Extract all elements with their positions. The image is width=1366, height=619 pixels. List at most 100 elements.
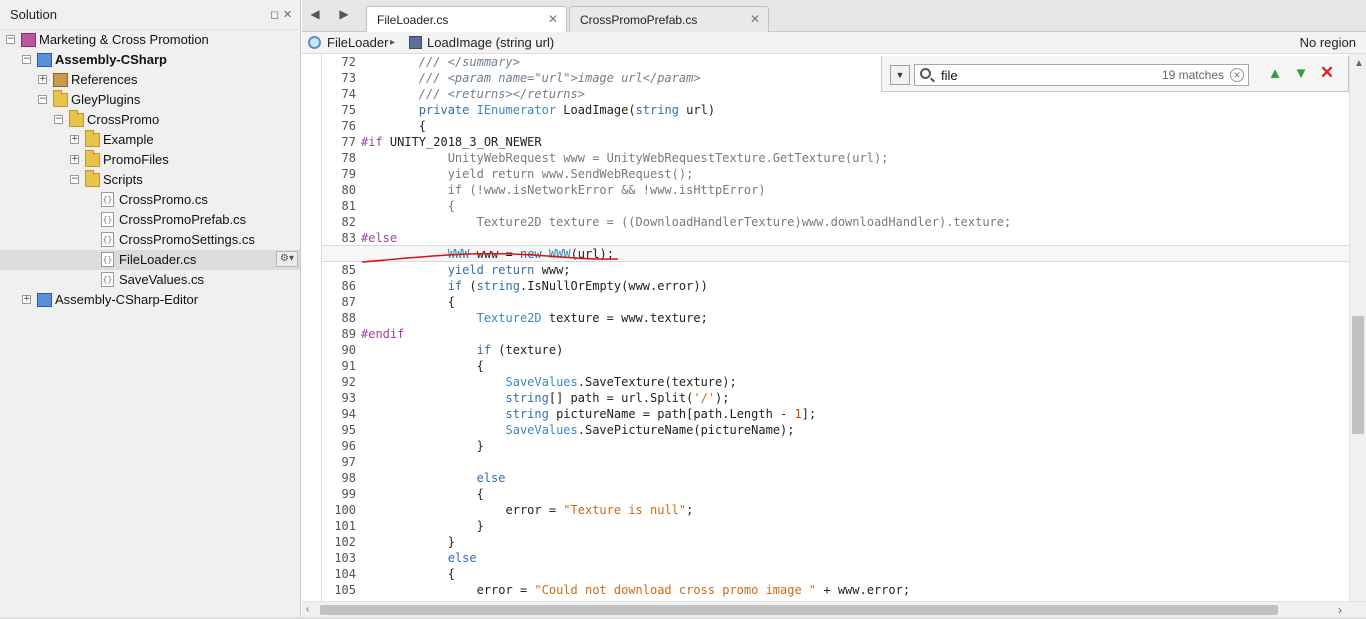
code-token: new	[519, 247, 542, 261]
tree-item[interactable]: {} FileLoader.cs ⚙▾	[0, 250, 300, 270]
code-line[interactable]: string[] path = url.Split('/');	[361, 390, 730, 406]
nav-forward-icon[interactable]: ▶	[335, 7, 353, 21]
tree-item[interactable]: + References	[0, 70, 300, 90]
code-line[interactable]: }	[361, 518, 484, 534]
find-input[interactable]	[941, 67, 1141, 83]
code-line[interactable]: SaveValues.SavePictureName(pictureName);	[361, 422, 795, 438]
code-line[interactable]: else	[361, 550, 477, 566]
csharp-file-icon: {}	[101, 212, 114, 227]
gear-icon[interactable]: ⚙▾	[276, 251, 298, 267]
code-line[interactable]: Texture2D texture = ((DownloadHandlerTex…	[361, 214, 1012, 230]
code-line[interactable]: if (string.IsNullOrEmpty(www.error))	[361, 278, 708, 294]
code-line[interactable]: #if UNITY_2018_3_OR_NEWER	[361, 134, 542, 150]
tab-crosspromoprefab[interactable]: CrossPromoPrefab.cs ✕	[569, 6, 769, 32]
tree-item[interactable]: − Assembly-CSharp	[0, 50, 300, 70]
scroll-up-icon[interactable]: ▲	[1354, 58, 1364, 69]
code-line[interactable]: #else	[361, 230, 397, 246]
scroll-left-icon[interactable]: ‹	[306, 604, 309, 615]
folder-icon	[85, 130, 100, 147]
code-line[interactable]: UnityWebRequest www = UnityWebRequestTex…	[361, 150, 889, 166]
scroll-right-icon[interactable]: ›	[1338, 603, 1342, 617]
tree-item[interactable]: − Marketing & Cross Promotion	[0, 30, 300, 50]
nav-back-icon[interactable]: ◀	[306, 7, 324, 21]
tree-item[interactable]: + Example	[0, 130, 300, 150]
find-options-dropdown[interactable]: ▼	[890, 65, 910, 85]
collapse-icon[interactable]: −	[54, 115, 63, 124]
code-line[interactable]: #endif	[361, 326, 404, 342]
expand-icon[interactable]: +	[38, 75, 47, 84]
tree-item[interactable]: − CrossPromo	[0, 110, 300, 130]
tab-label: FileLoader.cs	[377, 13, 449, 27]
code-editor[interactable]: 7273747576777879808182838485868788899091…	[302, 54, 1349, 601]
breadcrumb-class[interactable]: FileLoader	[327, 35, 388, 50]
vertical-scroll-thumb[interactable]	[1352, 316, 1364, 434]
restore-pane-icon[interactable]: ◻	[270, 8, 279, 21]
code-line[interactable]: yield return www.SendWebRequest();	[361, 166, 694, 182]
close-tab-icon[interactable]: ✕	[750, 12, 760, 26]
horizontal-scroll-thumb[interactable]	[320, 605, 1278, 615]
code-line[interactable]: {	[361, 486, 484, 502]
tree-item[interactable]: + Assembly-CSharp-Editor	[0, 290, 300, 310]
find-next-icon[interactable]: ▼	[1292, 65, 1310, 83]
code-token: UNITY_2018_3_OR_NEWER	[382, 135, 542, 149]
collapse-icon[interactable]: −	[38, 95, 47, 104]
code-line[interactable]: error = "Texture is null";	[361, 502, 693, 518]
code-line[interactable]: {	[361, 198, 455, 214]
code-token: '/'	[693, 391, 716, 405]
code-line[interactable]: error = "Could not download cross promo …	[361, 582, 910, 598]
tree-item[interactable]: − GleyPlugins	[0, 90, 300, 110]
line-number: 103	[334, 551, 356, 565]
code-line[interactable]: }	[361, 438, 484, 454]
code-line[interactable]: {	[361, 566, 455, 582]
tab-fileloader[interactable]: FileLoader.cs ✕	[366, 6, 567, 33]
code-line[interactable]: private IEnumerator LoadImage(string url…	[361, 102, 715, 118]
tree-item[interactable]: {} CrossPromo.cs	[0, 190, 300, 210]
collapse-icon[interactable]: −	[22, 55, 31, 64]
tree-item[interactable]: + PromoFiles	[0, 150, 300, 170]
close-find-icon[interactable]: ✕	[1318, 64, 1336, 82]
line-number: 100	[334, 503, 356, 517]
code-token: {	[361, 359, 484, 373]
expand-icon[interactable]: +	[70, 155, 79, 164]
code-line[interactable]: string pictureName = path[path.Length - …	[361, 406, 817, 422]
tree-item[interactable]: − Scripts	[0, 170, 300, 190]
tree-item[interactable]: {} CrossPromoPrefab.cs	[0, 210, 300, 230]
collapse-icon[interactable]: −	[6, 35, 15, 44]
code-line[interactable]: /// </summary>	[361, 54, 520, 70]
code-token: .IsNullOrEmpty(www.error))	[519, 279, 708, 293]
code-line[interactable]: {	[361, 118, 426, 134]
code-line[interactable]: else	[361, 470, 506, 486]
code-line[interactable]: /// <returns></returns>	[361, 86, 585, 102]
code-token: ];	[801, 407, 817, 421]
clear-search-icon[interactable]: ✕	[1230, 68, 1244, 82]
horizontal-scrollbar[interactable]: ‹ ›	[302, 601, 1366, 617]
code-line[interactable]: {	[361, 358, 484, 374]
code-line[interactable]: yield return www;	[361, 262, 571, 278]
expand-icon[interactable]: +	[22, 295, 31, 304]
code-line[interactable]: WWW www = new WWW(url);	[361, 246, 614, 262]
code-line[interactable]: SaveValues.SaveTexture(texture);	[361, 374, 737, 390]
region-selector[interactable]: No region	[1300, 35, 1356, 50]
vertical-scrollbar[interactable]: ▲	[1349, 54, 1366, 601]
close-pane-icon[interactable]: ✕	[283, 8, 292, 21]
search-icon[interactable]	[920, 68, 931, 79]
breadcrumb-method[interactable]: LoadImage (string url)	[427, 35, 554, 50]
line-number: 95	[341, 423, 356, 437]
expand-icon[interactable]: +	[70, 135, 79, 144]
line-number: 77	[341, 135, 356, 149]
code-line[interactable]: if (texture)	[361, 342, 564, 358]
code-line[interactable]: }	[361, 534, 455, 550]
csharp-file-icon: {}	[101, 272, 114, 287]
close-tab-icon[interactable]: ✕	[548, 12, 558, 26]
code-line[interactable]: Texture2D texture = www.texture;	[361, 310, 708, 326]
line-number: 88	[341, 311, 356, 325]
code-line[interactable]: /// <param name="url">image url</param>	[361, 70, 701, 86]
find-previous-icon[interactable]: ▲	[1266, 65, 1284, 83]
tree-item[interactable]: {} CrossPromoSettings.cs	[0, 230, 300, 250]
tree-item[interactable]: {} SaveValues.cs	[0, 270, 300, 290]
code-line[interactable]: {	[361, 294, 455, 310]
match-count: 19 matches	[1161, 68, 1224, 82]
collapse-icon[interactable]: −	[70, 175, 79, 184]
code-line[interactable]: if (!www.isNetworkError && !www.isHttpEr…	[361, 182, 766, 198]
